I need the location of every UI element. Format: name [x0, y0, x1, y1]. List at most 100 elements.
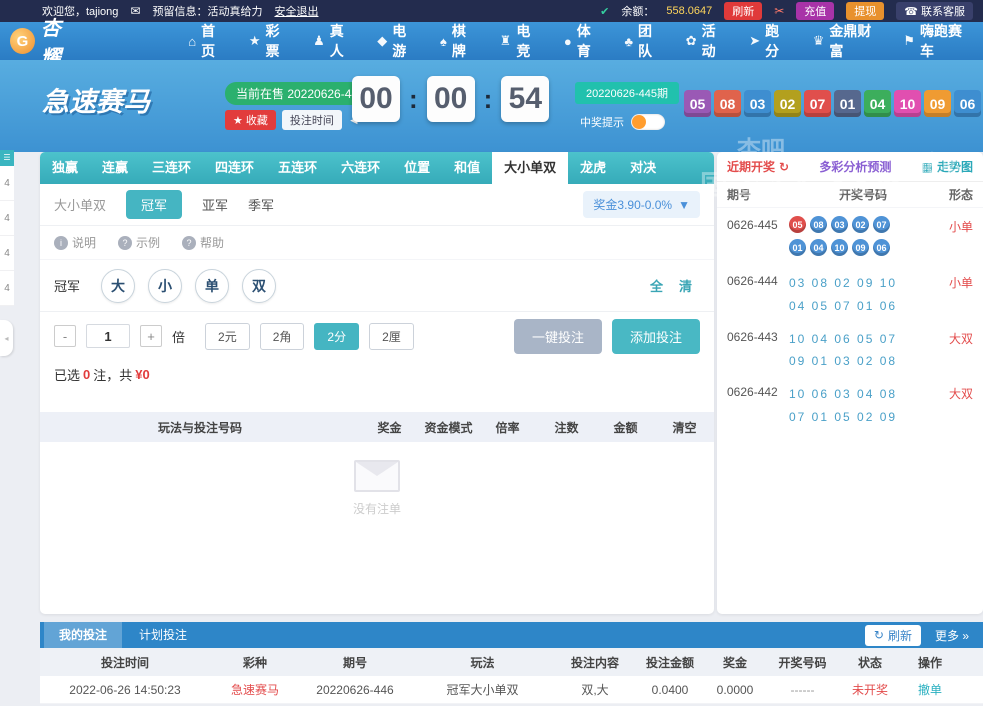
tab-longhu[interactable]: 龙虎: [568, 152, 618, 184]
bet-amount: 0.0400: [651, 682, 689, 697]
balance-value: 558.0647: [666, 5, 713, 17]
rail-item[interactable]: 4: [0, 166, 14, 201]
option-even[interactable]: 双: [242, 268, 277, 303]
help-help[interactable]: ? 帮助: [182, 234, 224, 251]
tab-analysis[interactable]: 多彩分析预测: [819, 158, 891, 175]
lottery-number: 01: [834, 90, 861, 117]
my-bets-bar: 我的投注 计划投注 ↻ 刷新 更多 »: [40, 622, 983, 648]
selected-count: 0: [83, 366, 91, 382]
stake-controls: - + 倍 2元 2角 2分 2厘 一键投注 添加投注: [40, 312, 714, 360]
nav-item-sports[interactable]: ● 体育: [553, 22, 614, 60]
egames-icon: ◆: [377, 33, 388, 48]
quick-bet-button[interactable]: 一键投注: [513, 318, 602, 354]
draw-ball: 08: [810, 216, 827, 233]
option-big[interactable]: 大: [101, 268, 136, 303]
tab-duijue[interactable]: 对决: [618, 152, 668, 184]
nav-item-team[interactable]: ♣ 团队: [613, 22, 674, 60]
position-champion[interactable]: 冠军: [126, 190, 183, 219]
nav-item-egames[interactable]: ◆ 电游: [366, 22, 429, 60]
draw-ball: 05: [789, 216, 806, 233]
cancel-bet-link[interactable]: 撤单: [900, 681, 960, 698]
refresh-bets-button[interactable]: ↻ 刷新: [864, 624, 921, 646]
headset-icon: ☎: [904, 5, 918, 18]
game-header: 急速赛马 当前在售 20220626-446 期 ★收藏 投注时间 ◄ 00 :…: [0, 60, 983, 201]
draw-row: 0626-444 03 08 02 09 10 04 05 07 01 06 小…: [717, 264, 983, 320]
nav-item-activity[interactable]: ✿ 活动: [675, 22, 738, 60]
multiplier-minus-button[interactable]: -: [54, 325, 76, 347]
empty-text: 没有注单: [352, 502, 401, 516]
tab-sanlianhuan[interactable]: 三连环: [140, 152, 203, 184]
position-runnerup[interactable]: 亚军: [202, 195, 228, 214]
tab-liulianhuan[interactable]: 六连环: [329, 152, 392, 184]
draw-shape: 大双: [948, 387, 973, 402]
rail-item[interactable]: 4: [0, 201, 14, 236]
nav-item-home[interactable]: ⌂ 首页: [177, 22, 238, 60]
mail-icon[interactable]: ✉: [130, 4, 140, 18]
tab-hezhi[interactable]: 和值: [442, 152, 492, 184]
tab-daxiaodanshuang[interactable]: 大小单双: [492, 152, 569, 184]
position-third[interactable]: 季军: [248, 195, 274, 214]
tab-silianhuan[interactable]: 四连环: [203, 152, 266, 184]
tab-wulianhuan[interactable]: 五连环: [266, 152, 329, 184]
draw-issue: 0626-444: [727, 274, 778, 288]
unit-li[interactable]: 2厘: [369, 322, 414, 350]
multiplier-plus-button[interactable]: +: [140, 325, 162, 347]
tab-recent-draws[interactable]: 近期开奖 ↻: [727, 158, 789, 175]
nav-item-paofen[interactable]: ➤ 跑分: [738, 22, 801, 60]
bet-slip-header: 玩法与投注号码 奖金 资金模式 倍率 注数 金额 清空: [40, 412, 714, 442]
tab-trend-chart[interactable]: ▦ 走势图: [922, 158, 973, 175]
tab-my-bets[interactable]: 我的投注: [44, 622, 123, 648]
lottery-number: 08: [714, 90, 741, 117]
help-explain[interactable]: i 说明: [54, 234, 96, 251]
tab-duying[interactable]: 独赢: [40, 152, 90, 184]
refresh-balance-button[interactable]: 刷新: [724, 2, 763, 20]
odds-dropdown[interactable]: 奖金3.90-0.0% ▼: [583, 191, 700, 218]
unit-yuan[interactable]: 2元: [205, 322, 250, 350]
unit-jiao[interactable]: 2角: [259, 322, 305, 350]
rail-collapse-handle[interactable]: ◂: [0, 320, 13, 356]
logout-link[interactable]: 安全退出: [274, 3, 318, 19]
select-all-link[interactable]: 全: [650, 276, 663, 295]
rail-item[interactable]: 4: [0, 236, 14, 271]
my-bets-section: 我的投注 计划投注 ↻ 刷新 更多 » 投注时间 彩种 期号 玩法 投注内容 投注…: [40, 622, 983, 704]
game-logo: 急速赛马: [42, 87, 150, 117]
draw-ball: 10: [831, 239, 848, 256]
multiplier-input[interactable]: [86, 324, 130, 348]
tab-weizhi[interactable]: 位置: [392, 152, 442, 184]
recharge-button[interactable]: 充值: [796, 2, 835, 20]
option-odd[interactable]: 单: [195, 268, 230, 303]
draw-ball: 04: [810, 239, 827, 256]
nav-item-wealth[interactable]: ♛ 金鼎财富: [802, 22, 893, 60]
tab-plan-bets[interactable]: 计划投注: [124, 622, 202, 648]
rail-menu-icon[interactable]: ☰: [0, 150, 14, 166]
draw-shape: 小单: [948, 220, 973, 234]
win-tip-toggle[interactable]: [631, 114, 665, 130]
bet-time-button[interactable]: 投注时间: [281, 110, 342, 130]
option-small[interactable]: 小: [148, 268, 183, 303]
clear-all-header[interactable]: 清空: [655, 419, 714, 436]
rail-item[interactable]: 4: [0, 271, 14, 306]
countdown-timer: 00 : 00 : 54: [352, 76, 550, 122]
tab-lianying[interactable]: 连赢: [90, 152, 140, 184]
nav-item-hipao[interactable]: ⚑ 嗨跑赛车: [892, 22, 983, 60]
draw-shape: 小单: [948, 276, 973, 290]
racing-icon: ⚑: [903, 33, 915, 48]
more-link[interactable]: 更多 »: [935, 627, 969, 644]
add-bet-button[interactable]: 添加投注: [611, 318, 700, 354]
nav-item-live[interactable]: ♟ 真人: [302, 22, 366, 60]
countdown-hours: 00: [352, 76, 400, 122]
esports-icon: ♜: [499, 33, 512, 48]
unit-fen[interactable]: 2分: [314, 322, 360, 350]
chevron-left-icon: ◂: [4, 333, 9, 343]
withdraw-button[interactable]: 提现: [846, 2, 885, 20]
nav-item-chess[interactable]: ♠ 棋牌: [429, 22, 489, 60]
clear-link[interactable]: 清: [679, 276, 692, 295]
customer-service-button[interactable]: ☎ 联系客服: [896, 2, 973, 20]
nav-item-lottery[interactable]: ★ 彩票: [238, 22, 302, 60]
notice-text: 预留信息：活动真给力: [152, 6, 263, 18]
selection-summary: 已选 0 注，共 ¥0: [54, 366, 150, 383]
draw-ball: 03: [831, 216, 848, 233]
favorite-button[interactable]: ★ 收藏: [225, 110, 276, 130]
nav-item-esports[interactable]: ♜ 电竞: [489, 22, 553, 60]
help-example[interactable]: ? 示例: [118, 234, 160, 251]
